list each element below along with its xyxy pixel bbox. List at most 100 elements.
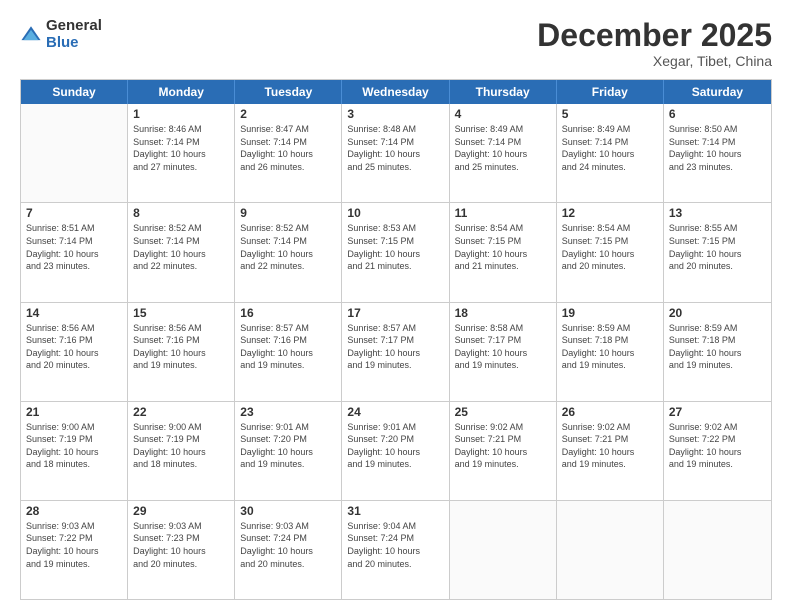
day-info: Sunrise: 8:58 AM Sunset: 7:17 PM Dayligh… (455, 322, 551, 372)
day-number: 3 (347, 107, 443, 121)
calendar-row-2: 14 Sunrise: 8:56 AM Sunset: 7:16 PM Dayli… (21, 303, 771, 402)
day-info: Sunrise: 9:03 AM Sunset: 7:22 PM Dayligh… (26, 520, 122, 570)
logo: General Blue (20, 18, 102, 51)
weekday-header-tuesday: Tuesday (235, 80, 342, 104)
day-info: Sunrise: 8:56 AM Sunset: 7:16 PM Dayligh… (133, 322, 229, 372)
title-block: December 2025 Xegar, Tibet, China (537, 18, 772, 69)
header: General Blue December 2025 Xegar, Tibet,… (20, 18, 772, 69)
day-info: Sunrise: 8:51 AM Sunset: 7:14 PM Dayligh… (26, 222, 122, 272)
day-info: Sunrise: 9:00 AM Sunset: 7:19 PM Dayligh… (26, 421, 122, 471)
day-number: 5 (562, 107, 658, 121)
day-info: Sunrise: 9:03 AM Sunset: 7:24 PM Dayligh… (240, 520, 336, 570)
day-info: Sunrise: 8:46 AM Sunset: 7:14 PM Dayligh… (133, 123, 229, 173)
calendar-row-3: 21 Sunrise: 9:00 AM Sunset: 7:19 PM Dayli… (21, 402, 771, 501)
calendar-cell-1-6: 13 Sunrise: 8:55 AM Sunset: 7:15 PM Dayli… (664, 203, 771, 301)
day-info: Sunrise: 8:54 AM Sunset: 7:15 PM Dayligh… (455, 222, 551, 272)
logo-icon (20, 24, 42, 46)
day-number: 11 (455, 206, 551, 220)
day-number: 24 (347, 405, 443, 419)
calendar-cell-1-0: 7Sunrise: 8:51 AM Sunset: 7:14 PM Daylig… (21, 203, 128, 301)
day-info: Sunrise: 8:59 AM Sunset: 7:18 PM Dayligh… (669, 322, 766, 372)
day-number: 19 (562, 306, 658, 320)
day-info: Sunrise: 9:02 AM Sunset: 7:21 PM Dayligh… (455, 421, 551, 471)
calendar-cell-0-0 (21, 104, 128, 202)
day-number: 12 (562, 206, 658, 220)
calendar-cell-0-6: 6 Sunrise: 8:50 AM Sunset: 7:14 PM Daylig… (664, 104, 771, 202)
calendar-cell-3-5: 26 Sunrise: 9:02 AM Sunset: 7:21 PM Dayli… (557, 402, 664, 500)
day-info: Sunrise: 8:54 AM Sunset: 7:15 PM Dayligh… (562, 222, 658, 272)
day-number: 10 (347, 206, 443, 220)
day-number: 6 (669, 107, 766, 121)
day-info: Sunrise: 9:03 AM Sunset: 7:23 PM Dayligh… (133, 520, 229, 570)
calendar-cell-4-6 (664, 501, 771, 599)
day-info: Sunrise: 8:57 AM Sunset: 7:17 PM Dayligh… (347, 322, 443, 372)
day-info: Sunrise: 8:49 AM Sunset: 7:14 PM Dayligh… (455, 123, 551, 173)
day-number: 27 (669, 405, 766, 419)
day-number: 28 (26, 504, 122, 518)
calendar-row-4: 28 Sunrise: 9:03 AM Sunset: 7:22 PM Dayli… (21, 501, 771, 599)
calendar-cell-1-2: 9Sunrise: 8:52 AM Sunset: 7:14 PM Daylig… (235, 203, 342, 301)
calendar-cell-4-4 (450, 501, 557, 599)
weekday-header-friday: Friday (557, 80, 664, 104)
calendar-cell-3-2: 23 Sunrise: 9:01 AM Sunset: 7:20 PM Dayli… (235, 402, 342, 500)
day-number: 14 (26, 306, 122, 320)
calendar-cell-4-5 (557, 501, 664, 599)
day-info: Sunrise: 9:01 AM Sunset: 7:20 PM Dayligh… (240, 421, 336, 471)
day-number: 26 (562, 405, 658, 419)
day-info: Sunrise: 8:49 AM Sunset: 7:14 PM Dayligh… (562, 123, 658, 173)
day-number: 25 (455, 405, 551, 419)
day-info: Sunrise: 8:57 AM Sunset: 7:16 PM Dayligh… (240, 322, 336, 372)
calendar-cell-2-1: 15Sunrise: 8:56 AM Sunset: 7:16 PM Dayli… (128, 303, 235, 401)
page: General Blue December 2025 Xegar, Tibet,… (0, 0, 792, 612)
calendar-cell-3-0: 21 Sunrise: 9:00 AM Sunset: 7:19 PM Dayli… (21, 402, 128, 500)
calendar-cell-0-5: 5 Sunrise: 8:49 AM Sunset: 7:14 PM Daylig… (557, 104, 664, 202)
weekday-header-thursday: Thursday (450, 80, 557, 104)
logo-text: General Blue (46, 18, 102, 51)
day-number: 2 (240, 107, 336, 121)
calendar-cell-2-2: 16Sunrise: 8:57 AM Sunset: 7:16 PM Dayli… (235, 303, 342, 401)
day-info: Sunrise: 8:48 AM Sunset: 7:14 PM Dayligh… (347, 123, 443, 173)
day-info: Sunrise: 8:50 AM Sunset: 7:14 PM Dayligh… (669, 123, 766, 173)
day-info: Sunrise: 8:56 AM Sunset: 7:16 PM Dayligh… (26, 322, 122, 372)
day-info: Sunrise: 9:02 AM Sunset: 7:22 PM Dayligh… (669, 421, 766, 471)
day-number: 18 (455, 306, 551, 320)
calendar-cell-2-0: 14 Sunrise: 8:56 AM Sunset: 7:16 PM Dayli… (21, 303, 128, 401)
day-info: Sunrise: 9:02 AM Sunset: 7:21 PM Dayligh… (562, 421, 658, 471)
calendar-cell-0-3: 3 Sunrise: 8:48 AM Sunset: 7:14 PM Daylig… (342, 104, 449, 202)
location: Xegar, Tibet, China (537, 53, 772, 69)
calendar-row-1: 7Sunrise: 8:51 AM Sunset: 7:14 PM Daylig… (21, 203, 771, 302)
day-number: 23 (240, 405, 336, 419)
day-number: 13 (669, 206, 766, 220)
day-info: Sunrise: 9:04 AM Sunset: 7:24 PM Dayligh… (347, 520, 443, 570)
calendar-cell-1-4: 11 Sunrise: 8:54 AM Sunset: 7:15 PM Dayli… (450, 203, 557, 301)
calendar-cell-4-3: 31Sunrise: 9:04 AM Sunset: 7:24 PM Dayli… (342, 501, 449, 599)
calendar-cell-0-4: 4 Sunrise: 8:49 AM Sunset: 7:14 PM Daylig… (450, 104, 557, 202)
day-number: 22 (133, 405, 229, 419)
day-info: Sunrise: 8:53 AM Sunset: 7:15 PM Dayligh… (347, 222, 443, 272)
day-number: 20 (669, 306, 766, 320)
day-info: Sunrise: 8:52 AM Sunset: 7:14 PM Dayligh… (133, 222, 229, 272)
day-info: Sunrise: 8:55 AM Sunset: 7:15 PM Dayligh… (669, 222, 766, 272)
day-number: 30 (240, 504, 336, 518)
day-number: 4 (455, 107, 551, 121)
weekday-header-saturday: Saturday (664, 80, 771, 104)
calendar-cell-3-1: 22Sunrise: 9:00 AM Sunset: 7:19 PM Dayli… (128, 402, 235, 500)
calendar-cell-4-0: 28 Sunrise: 9:03 AM Sunset: 7:22 PM Dayli… (21, 501, 128, 599)
calendar-cell-2-4: 18 Sunrise: 8:58 AM Sunset: 7:17 PM Dayli… (450, 303, 557, 401)
calendar-cell-0-1: 1 Sunrise: 8:46 AM Sunset: 7:14 PM Daylig… (128, 104, 235, 202)
calendar-cell-3-6: 27 Sunrise: 9:02 AM Sunset: 7:22 PM Dayli… (664, 402, 771, 500)
weekday-header-monday: Monday (128, 80, 235, 104)
day-info: Sunrise: 9:01 AM Sunset: 7:20 PM Dayligh… (347, 421, 443, 471)
day-number: 1 (133, 107, 229, 121)
calendar-header: SundayMondayTuesdayWednesdayThursdayFrid… (21, 80, 771, 104)
logo-blue-text: Blue (46, 35, 102, 52)
weekday-header-sunday: Sunday (21, 80, 128, 104)
day-info: Sunrise: 8:52 AM Sunset: 7:14 PM Dayligh… (240, 222, 336, 272)
calendar-cell-2-3: 17 Sunrise: 8:57 AM Sunset: 7:17 PM Dayli… (342, 303, 449, 401)
calendar-cell-1-1: 8 Sunrise: 8:52 AM Sunset: 7:14 PM Daylig… (128, 203, 235, 301)
calendar-row-0: 1 Sunrise: 8:46 AM Sunset: 7:14 PM Daylig… (21, 104, 771, 203)
day-number: 17 (347, 306, 443, 320)
day-number: 8 (133, 206, 229, 220)
calendar-body: 1 Sunrise: 8:46 AM Sunset: 7:14 PM Daylig… (21, 104, 771, 599)
day-number: 21 (26, 405, 122, 419)
